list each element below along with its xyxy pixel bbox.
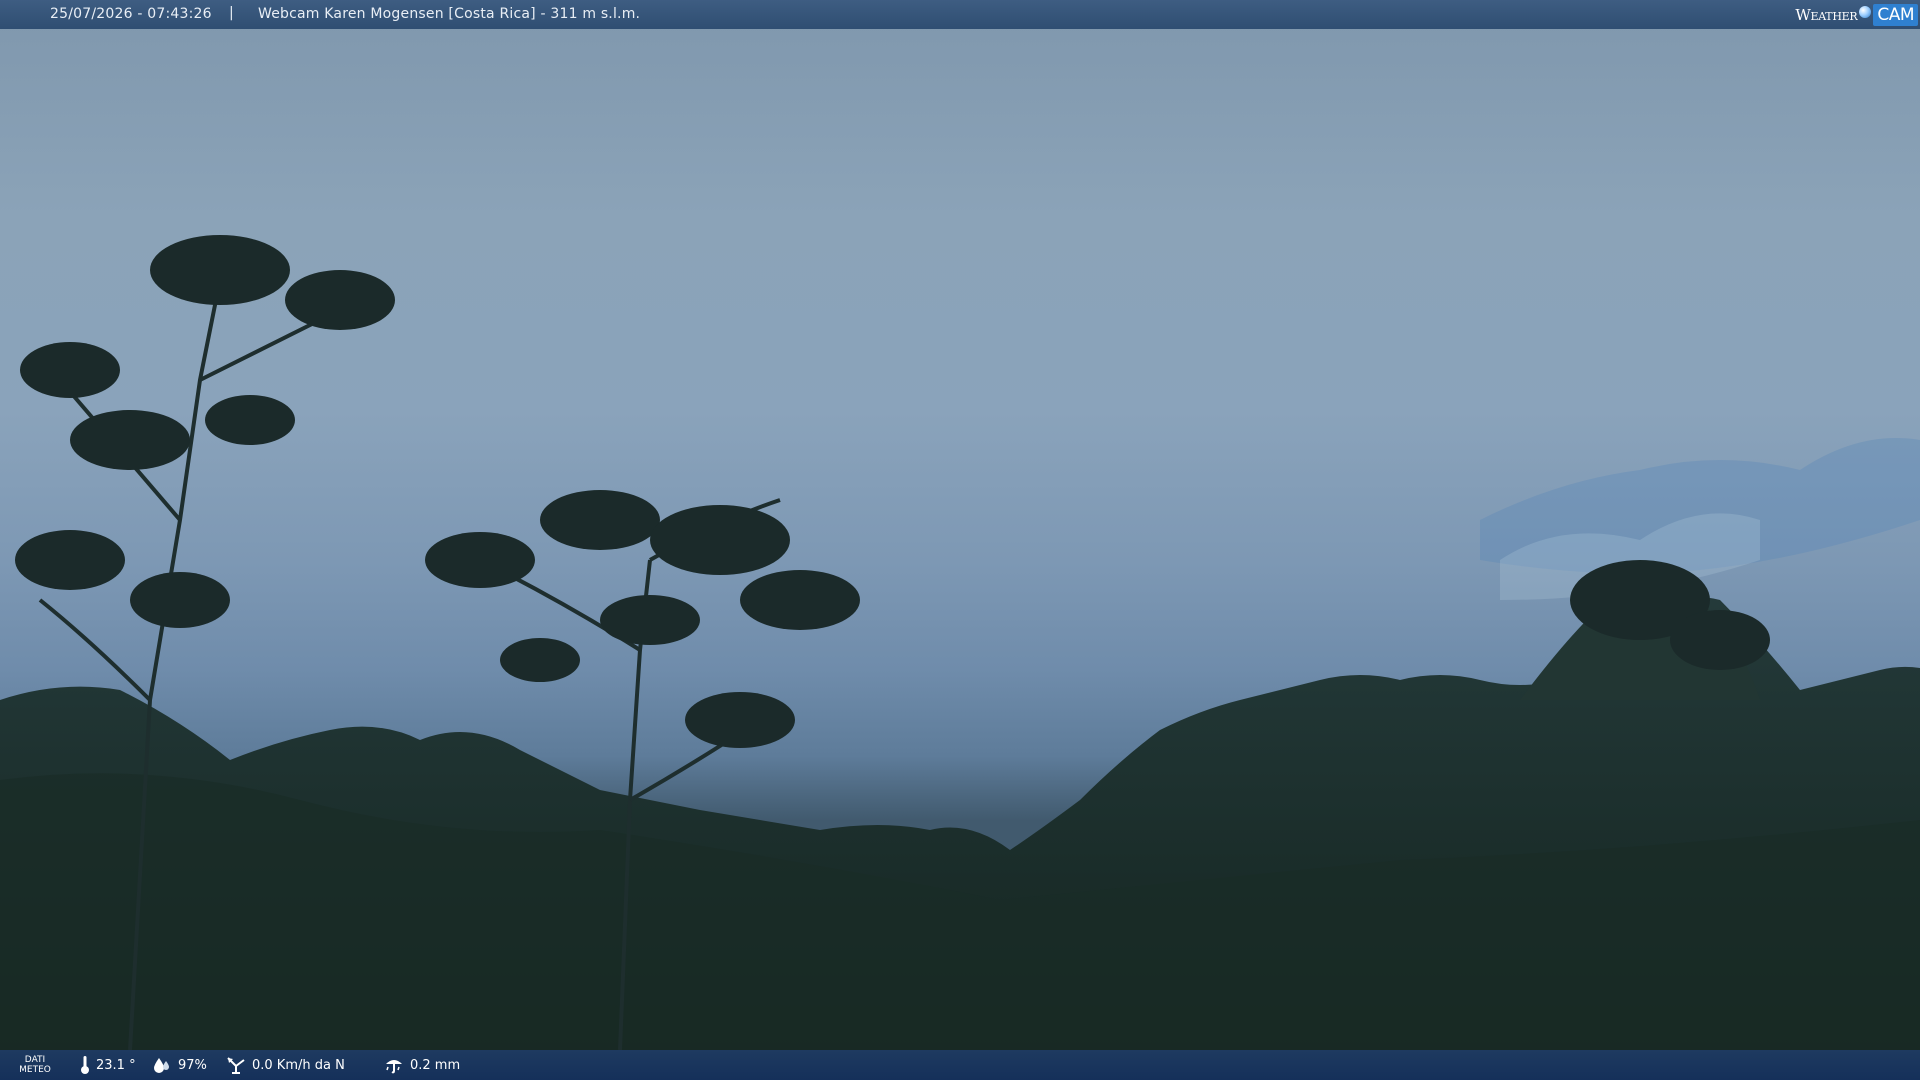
humidity-value: 97% — [178, 1057, 207, 1073]
rain-value: 0.2 mm — [410, 1057, 461, 1073]
header-bar: 25/07/2026 - 07:43:26 | Webcam Karen Mog… — [0, 0, 1920, 29]
wind-vane-icon — [226, 1056, 246, 1074]
label-line1: DATI — [24, 1055, 46, 1065]
rain-reading: 0.2 mm — [384, 1050, 460, 1080]
temperature-reading: 23.1 ° — [80, 1050, 136, 1080]
humidity-drops-icon — [152, 1056, 172, 1074]
header-separator: | — [229, 5, 234, 21]
wind-reading: 0.0 Km/h da N — [226, 1050, 345, 1080]
webcam-image — [0, 0, 1920, 1080]
weather-data-label: DATI METEO — [18, 1050, 52, 1080]
brand-weather-text: Weather — [1795, 5, 1858, 24]
forest-silhouette — [0, 235, 1920, 1051]
weathercam-logo[interactable]: Weather CAM — [1795, 2, 1918, 27]
thermometer-icon — [80, 1055, 90, 1075]
wind-value: 0.0 Km/h da N — [252, 1057, 345, 1073]
label-line2: METEO — [19, 1065, 51, 1075]
timestamp: 25/07/2026 - 07:43:26 — [50, 6, 212, 22]
globe-icon — [1859, 5, 1872, 18]
brand-cam-text: CAM — [1873, 3, 1918, 26]
humidity-reading: 97% — [152, 1050, 207, 1080]
weather-data-bar: DATI METEO 23.1 ° 97% 0.0 Km/h da N 0.2 … — [0, 1050, 1920, 1080]
rain-gauge-icon — [384, 1056, 404, 1074]
webcam-title: Webcam Karen Mogensen [Costa Rica] - 311… — [258, 6, 641, 22]
temperature-value: 23.1 ° — [96, 1057, 136, 1073]
